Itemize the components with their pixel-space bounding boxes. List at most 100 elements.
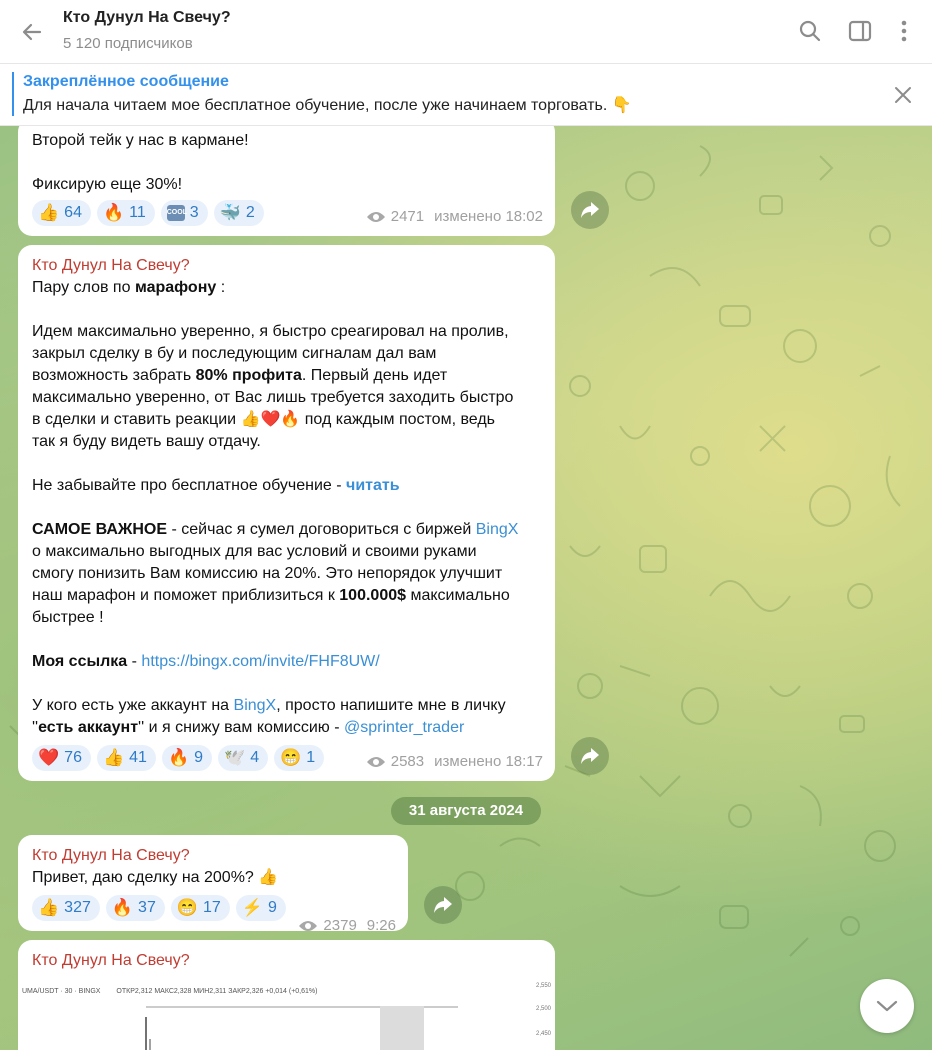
grin-emoji: 😁 [176, 898, 199, 917]
message-text: смогу понизить Вам комиссию на 20%. Это … [32, 565, 503, 582]
message-text: наш марафон и поможет приблизиться к 100… [32, 587, 510, 604]
message-bubble[interactable]: Кто Дунул На Свечу? Пару слов по марафон… [18, 245, 555, 781]
scroll-to-bottom-button[interactable] [860, 979, 914, 1033]
reactions-row: 👍 64 🔥 11 COOL 3 🐳 2 [32, 200, 264, 226]
message-text: Пару слов по марафону : [32, 279, 226, 296]
pinned-message-bar[interactable]: Закреплённое сообщение Для начала читаем… [0, 64, 932, 126]
chevron-down-icon [876, 1000, 898, 1012]
reaction-count: 64 [64, 204, 82, 221]
reaction-count: 17 [203, 899, 221, 916]
grin-emoji: 😁 [280, 748, 302, 767]
reaction-chip[interactable]: 😁 1 [274, 745, 325, 771]
forward-button[interactable] [571, 191, 609, 229]
chat-area[interactable]: Второй тейк у нас в кармане! Фиксирую ещ… [0, 126, 932, 1050]
reaction-count: 41 [129, 749, 147, 766]
reaction-count: 76 [64, 749, 82, 766]
close-icon[interactable] [892, 84, 914, 106]
reaction-chip[interactable]: 🔥 9 [161, 745, 213, 771]
more-options-icon[interactable] [891, 18, 917, 44]
forward-button[interactable] [424, 886, 462, 924]
reaction-count: 3 [189, 204, 199, 221]
message-text: быстрее ! [32, 609, 104, 626]
username-link[interactable]: @sprinter_trader [344, 719, 464, 736]
sidebar-toggle-icon[interactable] [847, 18, 873, 44]
date-separator: 31 августа 2024 [391, 797, 541, 825]
message-text: Второй тейк у нас в кармане! [32, 132, 249, 149]
reaction-count: 11 [129, 204, 146, 221]
reaction-chip[interactable]: 🔥 11 [96, 200, 155, 226]
reaction-count: 327 [64, 899, 91, 916]
forward-button[interactable] [571, 737, 609, 775]
message-text: Идем максимально уверенно, я быстро среа… [32, 323, 509, 340]
view-count: 2471 [390, 208, 425, 225]
message-text: ''есть аккаунт'' и я снижу вам комиссию … [32, 719, 465, 736]
reaction-count: 9 [267, 899, 277, 916]
reaction-chip[interactable]: COOL 3 [160, 200, 208, 226]
message-bubble[interactable]: Второй тейк у нас в кармане! Фиксирую ещ… [18, 126, 555, 236]
message-meta: 2471 изменено 18:02 [366, 206, 543, 228]
thumbs-up-emoji: 👍 [38, 898, 60, 917]
message-text: Фиксирую еще 30%! [32, 176, 183, 193]
message-time: изменено 18:17 [434, 753, 543, 770]
pinned-accent-bar [12, 72, 14, 116]
read-link[interactable]: читать [346, 477, 400, 494]
bingx-link[interactable]: BingX [234, 697, 277, 714]
views-eye-icon [366, 757, 385, 767]
reaction-chip[interactable]: 👍 41 [96, 745, 156, 771]
pinned-label: Закреплённое сообщение [23, 73, 229, 90]
message-meta: 2583 изменено 18:17 [366, 751, 543, 773]
reaction-chip[interactable]: ⚡ 9 [235, 895, 286, 921]
candlestick-chart-graphic [145, 1006, 458, 1050]
reaction-chip[interactable]: 👍 327 [32, 895, 100, 921]
channel-title[interactable]: Кто Дунул На Свечу? [63, 9, 231, 27]
message-text: максимально уверенно, от Вас лишь требуе… [32, 389, 514, 406]
dove-emoji: 🕊️ [224, 748, 246, 767]
view-count: 2379 [323, 917, 357, 934]
message-text: Привет, даю сделку на 200%? 👍 [32, 869, 279, 886]
back-arrow-icon[interactable] [18, 18, 46, 46]
thumbs-up-emoji: 👍 [102, 748, 125, 767]
message-time: изменено 18:02 [434, 208, 543, 225]
forward-arrow-icon [581, 202, 599, 218]
reaction-count: 2 [245, 204, 255, 221]
forward-arrow-icon [434, 897, 452, 913]
pinned-text: Для начала читаем мое бесплатное обучени… [23, 97, 632, 114]
message-text: Моя ссылка - https://bingx.com/invite/FH… [32, 653, 380, 670]
chat-header: Кто Дунул На Свечу? 5 120 подписчиков [0, 0, 932, 64]
reaction-chip[interactable]: 🕊️ 4 [218, 745, 269, 771]
sender-name[interactable]: Кто Дунул На Свечу? [32, 255, 190, 277]
heart-emoji: ❤️ [38, 748, 60, 767]
fire-emoji: 🔥 [111, 898, 134, 917]
message-text: так я буду видеть вашу отдачу. [32, 433, 261, 450]
bingx-link[interactable]: BingX [476, 521, 519, 538]
sender-name[interactable]: Кто Дунул На Свечу? [32, 950, 190, 972]
reaction-count: 4 [250, 749, 260, 766]
cool-icon: COOL [166, 205, 187, 221]
reaction-chip[interactable]: ❤️ 76 [32, 745, 91, 771]
sender-name[interactable]: Кто Дунул На Свечу? [32, 845, 190, 867]
reaction-chip[interactable]: 🐳 2 [213, 200, 264, 226]
invite-link[interactable]: https://bingx.com/invite/FHF8UW/ [141, 653, 379, 670]
message-text: У кого есть уже аккаунт на BingX, просто… [32, 697, 506, 714]
subscriber-count: 5 120 подписчиков [63, 35, 193, 52]
message-bubble[interactable]: Кто Дунул На Свечу? Привет, даю сделку н… [18, 835, 408, 934]
reaction-chip[interactable]: 👍 64 [32, 200, 91, 226]
message-bubble[interactable]: Кто Дунул На Свечу? UMA/USDT · 30 · BING… [18, 940, 555, 1050]
reaction-count: 1 [306, 749, 316, 766]
search-icon[interactable] [797, 18, 823, 44]
reaction-chip[interactable]: 🔥 37 [105, 895, 165, 921]
fire-emoji: 🔥 [167, 748, 190, 767]
message-text: о максимально выгодных для вас условий и… [32, 543, 477, 560]
fire-emoji: 🔥 [102, 203, 125, 222]
message-time: 9:26 [366, 917, 396, 934]
message-text: закрыл сделку в бу и последующим сигнала… [32, 345, 437, 362]
chart-screenshot-image[interactable]: UMA/USDT · 30 · BINGX ОТКР2,312 МАКС2,32… [18, 977, 555, 1050]
message-text: возможность забрать 80% профита. Первый … [32, 367, 448, 384]
message-text: в сделки и ставить реакции 👍❤️🔥 под кажд… [32, 411, 495, 428]
message-text: Не забывайте про бесплатное обучение - ч… [32, 477, 400, 494]
reactions-row: ❤️ 76 👍 41 🔥 9 🕊️ 4 😁 1 [32, 745, 325, 771]
whale-emoji: 🐳 [219, 203, 241, 222]
reaction-count: 9 [194, 749, 204, 766]
reaction-chip[interactable]: 😁 17 [170, 895, 230, 921]
views-eye-icon [366, 212, 385, 222]
